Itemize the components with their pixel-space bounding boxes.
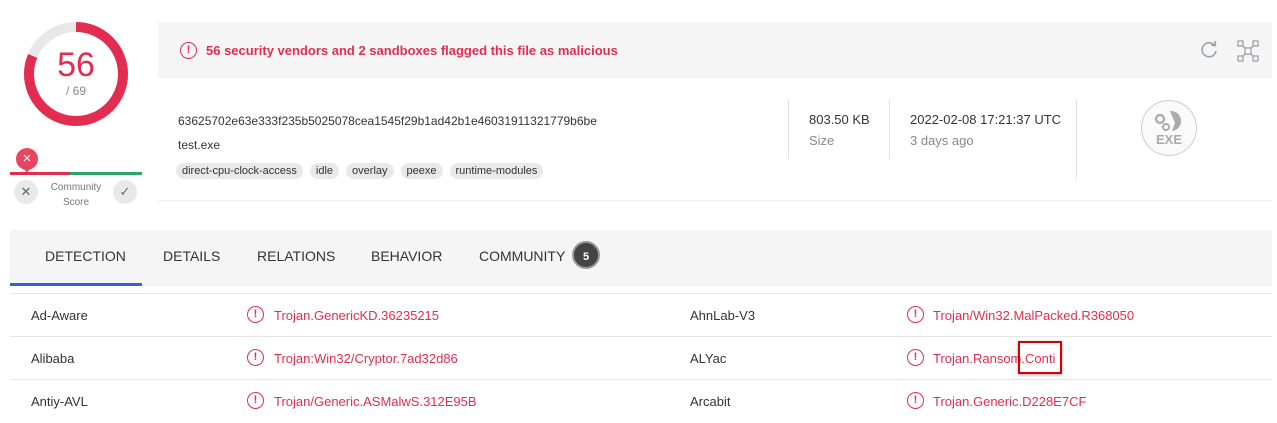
- active-tab-indicator: [10, 283, 142, 286]
- highlight-box: [1018, 341, 1062, 374]
- alert-circle-icon: !: [247, 306, 264, 323]
- file-size-label: Size: [809, 133, 835, 148]
- alert-circle-icon: !: [247, 392, 264, 409]
- vendor-name: ALYac: [690, 351, 727, 366]
- alert-circle-icon: !: [247, 349, 264, 366]
- analysis-date-value: 2022-02-08 17:21:37 UTC: [910, 112, 1062, 127]
- analysis-date-relative: 3 days ago: [910, 133, 974, 148]
- file-info-panel: 63625702e63e333f235b5025078cea1545f29b1a…: [158, 79, 1272, 201]
- x-icon: ×: [16, 148, 38, 173]
- vendor-name: Arcabit: [690, 394, 731, 409]
- score-detections: 56: [57, 46, 95, 84]
- file-size-value: 803.50 KB: [809, 112, 870, 127]
- detection-score-gauge: 56 / 69: [22, 20, 130, 128]
- vendor-name: Antiy-AVL: [31, 394, 88, 409]
- detection-result: Trojan.Generic.D228E7CF: [933, 394, 1087, 409]
- tag[interactable]: runtime-modules: [449, 163, 544, 179]
- tag[interactable]: peexe: [400, 163, 443, 179]
- community-score-bar: [10, 172, 142, 175]
- file-tags: direct-cpu-clock-access idle overlay pee…: [176, 163, 544, 179]
- detection-result: Trojan:Win32/Cryptor.7ad32d86: [274, 351, 458, 366]
- divider: [1076, 99, 1077, 179]
- vendor-name: AhnLab-V3: [690, 308, 756, 323]
- detection-table: Ad-Aware ! Trojan.GenericKD.36235215 Ahn…: [10, 293, 1272, 423]
- tag[interactable]: idle: [309, 163, 340, 179]
- vendor-name: Alibaba: [31, 351, 75, 366]
- malicious-alert-bar: ! 56 security vendors and 2 sandboxes fl…: [158, 22, 1272, 78]
- alert-circle-icon: !: [180, 42, 197, 59]
- alert-circle-icon: !: [907, 392, 924, 409]
- tag[interactable]: overlay: [346, 163, 394, 179]
- table-row: Alibaba ! Trojan:Win32/Cryptor.7ad32d86 …: [10, 336, 1272, 380]
- tab-bar: DETECTION DETAILS RELATIONS BEHAVIOR COM…: [10, 230, 1272, 286]
- community-count-badge: 5: [572, 241, 600, 269]
- tab-behavior[interactable]: BEHAVIOR: [371, 248, 442, 264]
- x-icon: ✕: [20, 184, 32, 199]
- alert-circle-icon: !: [907, 349, 924, 366]
- detection-result: Trojan/Generic.ASMalwS.312E95B: [274, 394, 477, 409]
- tab-details[interactable]: DETAILS: [163, 248, 220, 264]
- graph-view-icon[interactable]: [1237, 40, 1259, 62]
- detection-result: Trojan/Win32.MalPacked.R368050: [933, 308, 1135, 323]
- vote-harmful-button[interactable]: ✕: [14, 180, 38, 204]
- alert-text: 56 security vendors and 2 sandboxes flag…: [206, 43, 618, 58]
- detection-result: Trojan.GenericKD.36235215: [274, 308, 440, 323]
- file-type-exe-icon: EXE: [1141, 100, 1197, 156]
- table-row: Ad-Aware ! Trojan.GenericKD.36235215 Ahn…: [10, 293, 1272, 337]
- reanalyze-icon[interactable]: [1198, 39, 1220, 61]
- tag[interactable]: direct-cpu-clock-access: [176, 163, 303, 179]
- community-score: × ✕ Community Score ✓: [10, 148, 142, 208]
- file-hash[interactable]: 63625702e63e333f235b5025078cea1545f29b1a…: [178, 114, 597, 128]
- alert-circle-icon: !: [907, 306, 924, 323]
- table-row: Antiy-AVL ! Trojan/Generic.ASMalwS.312E9…: [10, 379, 1272, 423]
- check-icon: ✓: [119, 184, 131, 199]
- tab-relations[interactable]: RELATIONS: [257, 248, 335, 264]
- file-name: test.exe: [178, 138, 221, 152]
- tab-detection[interactable]: DETECTION: [45, 248, 126, 264]
- divider: [889, 99, 890, 159]
- vote-harmless-button[interactable]: ✓: [113, 180, 137, 204]
- vendor-name: Ad-Aware: [31, 308, 88, 323]
- community-score-label: Community Score: [50, 182, 102, 208]
- divider: [788, 99, 789, 159]
- tab-community[interactable]: COMMUNITY: [479, 248, 565, 264]
- score-total: / 69: [65, 84, 86, 98]
